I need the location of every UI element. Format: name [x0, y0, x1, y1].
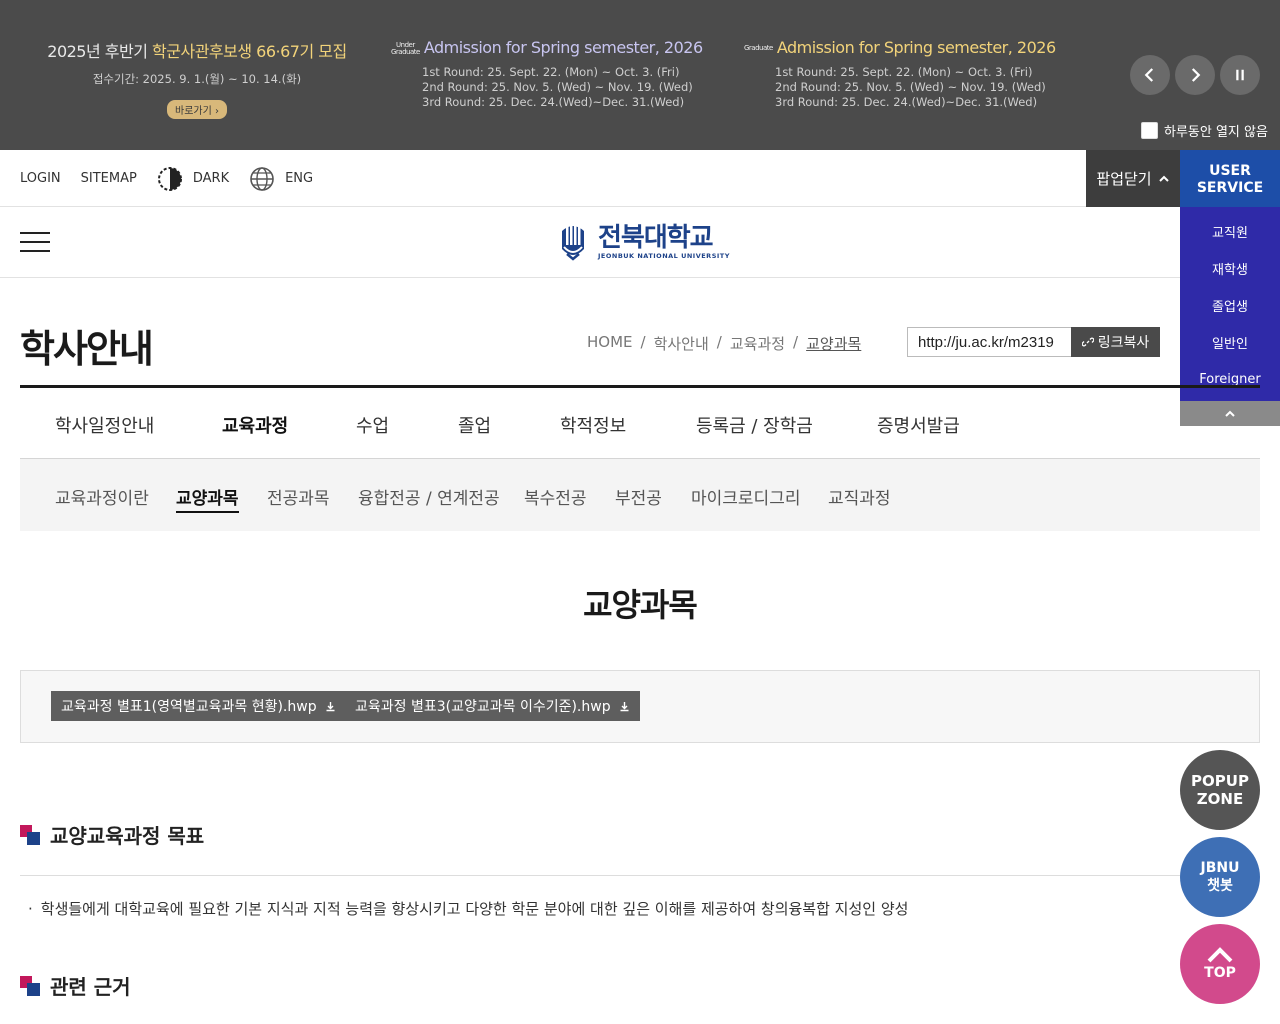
breadcrumb-current[interactable]: 교양과목: [806, 333, 861, 354]
utility-bar: LOGIN SITEMAP DARK ENG 팝업닫기: [0, 150, 1280, 207]
site-header: 전북대학교 JEONBUK NATIONAL UNIVERSITY: [0, 207, 1280, 278]
link-icon: [1081, 337, 1094, 347]
promo-undergrad[interactable]: Under Graduate Admission for Spring semest…: [391, 38, 703, 110]
english-link[interactable]: ENG: [249, 166, 313, 192]
half-circle-icon: [157, 166, 183, 192]
page-title: 학사안내: [20, 327, 154, 371]
popup-next-button[interactable]: [1175, 55, 1215, 95]
main-nav: 학사일정안내 교육과정 수업 졸업 학적정보 등록금 / 장학금 증명서발급: [20, 388, 1260, 459]
promo-undergrad-rounds: 1st Round: 25. Sept. 22. (Mon) ~ Oct. 3.…: [422, 65, 693, 109]
checkbox-box[interactable]: [1141, 122, 1158, 139]
section-marker-icon: [20, 975, 40, 996]
user-service-staff[interactable]: 교직원: [1180, 213, 1280, 250]
popup-banner: 2025년 후반기 학군사관후보생 66·67기 모집 접수기간: 2025. …: [0, 0, 1280, 150]
main-nav-tuition[interactable]: 등록금 / 장학금: [696, 412, 813, 438]
download-file-1[interactable]: 교육과정 별표1(영역별교육과목 현황).hwp: [51, 691, 346, 721]
undergraduate-badge: Under Graduate: [391, 40, 420, 56]
sub-nav-teaching[interactable]: 교직과정: [828, 484, 891, 509]
user-service-title: USER SERVICE: [1180, 150, 1280, 207]
popup-prev-button[interactable]: [1130, 55, 1170, 95]
no-show-today-checkbox[interactable]: 하루동안 열지 않음: [1141, 121, 1268, 140]
breadcrumb-home[interactable]: HOME: [587, 333, 633, 354]
promo-rotc-period: 접수기간: 2025. 9. 1.(월) ~ 10. 14.(화): [92, 72, 302, 86]
section-divider: [20, 875, 1180, 876]
main-nav-records[interactable]: 학적정보: [560, 412, 626, 438]
goal-text: · 학생들에게 대학교육에 필요한 기본 지식과 지적 능력을 향상시키고 다양한…: [28, 900, 909, 918]
promo-graduate-title: Graduate Admission for Spring semester, 2…: [744, 38, 1056, 57]
globe-icon: [249, 166, 275, 192]
menu-hamburger-icon[interactable]: [20, 232, 50, 252]
chevron-up-icon: [1158, 175, 1169, 182]
utility-links: LOGIN SITEMAP DARK ENG: [20, 150, 333, 207]
sub-nav-double-major[interactable]: 복수전공: [524, 484, 587, 509]
file-downloads: 교육과정 별표1(영역별교육과목 현황).hwp 교육과정 별표3(교양교과목 …: [20, 670, 1260, 743]
user-service-list: 교직원 재학생 졸업생 일반인 Foreigner: [1180, 207, 1280, 401]
promo-rotc[interactable]: 2025년 후반기 학군사관후보생 66·67기 모집 접수기간: 2025. …: [41, 38, 353, 119]
main-nav-classes[interactable]: 수업: [356, 412, 389, 438]
dark-mode-toggle[interactable]: DARK: [157, 166, 229, 192]
login-link[interactable]: LOGIN: [20, 171, 61, 186]
user-service-public[interactable]: 일반인: [1180, 324, 1280, 361]
sub-nav-microdegree[interactable]: 마이크로디그리: [691, 484, 800, 509]
copy-link-button[interactable]: 링크복사: [1071, 327, 1160, 357]
logo-text: 전북대학교 JEONBUK NATIONAL UNIVERSITY: [598, 224, 730, 260]
university-emblem-icon: [562, 225, 584, 261]
graduate-badge: Graduate: [744, 44, 773, 52]
popup-close-button[interactable]: 팝업닫기: [1086, 150, 1180, 207]
main-nav-graduation[interactable]: 졸업: [458, 412, 491, 438]
user-service-students[interactable]: 재학생: [1180, 250, 1280, 287]
scroll-top-button[interactable]: TOP: [1180, 924, 1260, 1004]
pause-icon: [1236, 69, 1244, 81]
section-marker-icon: [20, 824, 40, 845]
download-icon: [326, 701, 335, 711]
logo-korean: 전북대학교: [598, 223, 714, 253]
sitemap-link[interactable]: SITEMAP: [81, 171, 137, 186]
page-url-field[interactable]: [907, 327, 1072, 357]
popup-zone-button[interactable]: POPUP ZONE: [1180, 750, 1260, 830]
breadcrumb: HOME / 학사안내 / 교육과정 / 교양과목: [587, 333, 862, 354]
breadcrumb-curriculum[interactable]: 교육과정: [730, 333, 785, 354]
main-nav-certificates[interactable]: 증명서발급: [877, 412, 960, 438]
user-service-alumni[interactable]: 졸업생: [1180, 287, 1280, 324]
main-nav-schedule[interactable]: 학사일정안내: [55, 412, 154, 438]
promo-rotc-title: 2025년 후반기 학군사관후보생 66·67기 모집: [47, 42, 347, 61]
section-heading-basis: 관련 근거: [20, 971, 131, 1000]
promo-go-button[interactable]: 바로가기 ›: [167, 100, 227, 119]
sub-nav-minor[interactable]: 부전공: [615, 484, 662, 509]
chevron-up-icon: [1207, 947, 1233, 963]
sub-nav-about[interactable]: 교육과정이란: [55, 484, 149, 509]
chatbot-button[interactable]: JBNU 챗봇: [1180, 837, 1260, 917]
chevron-right-icon: [1191, 68, 1201, 82]
chevron-left-icon: [1144, 68, 1154, 82]
university-logo[interactable]: 전북대학교 JEONBUK NATIONAL UNIVERSITY: [558, 221, 730, 263]
sub-nav-general-education[interactable]: 교양과목: [176, 484, 239, 513]
popup-pause-button[interactable]: [1220, 55, 1260, 95]
breadcrumb-academic[interactable]: 학사안내: [654, 333, 709, 354]
sub-nav-major[interactable]: 전공과목: [267, 484, 330, 509]
content-title: 교양과목: [583, 586, 698, 624]
main-nav-curriculum[interactable]: 교육과정: [222, 412, 288, 438]
section-heading-goals: 교양교육과정 목표: [20, 820, 204, 849]
sub-nav-convergence[interactable]: 융합전공 / 연계전공: [358, 484, 500, 509]
download-icon: [620, 701, 629, 711]
download-file-2[interactable]: 교육과정 별표3(교양교과목 이수기준).hwp: [345, 691, 640, 721]
promo-undergrad-title: Under Graduate Admission for Spring semest…: [391, 38, 703, 57]
promo-graduate[interactable]: Graduate Admission for Spring semester, 2…: [744, 38, 1056, 110]
sub-nav: 교육과정이란 교양과목 전공과목 융합전공 / 연계전공 복수전공 부전공 마이…: [20, 459, 1260, 531]
promo-graduate-rounds: 1st Round: 25. Sept. 22. (Mon) ~ Oct. 3.…: [775, 65, 1046, 109]
logo-english: JEONBUK NATIONAL UNIVERSITY: [598, 252, 730, 260]
